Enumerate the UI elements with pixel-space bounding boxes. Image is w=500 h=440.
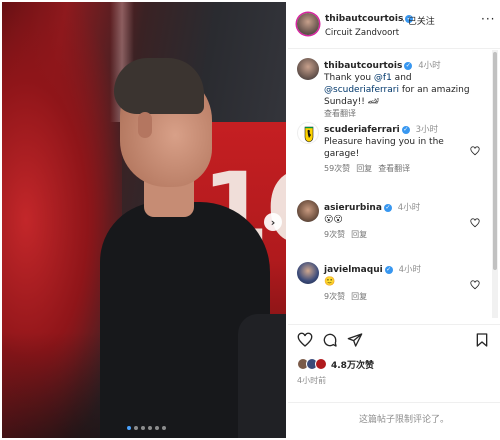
bookmark-icon[interactable] — [474, 332, 490, 348]
carousel-next-button[interactable]: › — [264, 213, 282, 231]
footer-divider — [288, 402, 500, 403]
comments-list: thibautcourtois ✓ 4小时 Thank you @f1 and @… — [288, 50, 488, 320]
comment-icon[interactable] — [322, 332, 338, 348]
post-sidebar: thibautcourtois ✓ · 已关注 Circuit Zandvoort… — [288, 0, 500, 440]
reply-button[interactable]: 回复 — [351, 292, 367, 301]
chevron-right-icon: › — [270, 215, 276, 229]
actions-divider — [288, 324, 500, 325]
mention-link[interactable]: @f1 — [374, 73, 392, 83]
photo-person-ear — [138, 112, 152, 138]
comment-time[interactable]: 4小时 — [399, 265, 421, 275]
likes-summary[interactable]: 4.8万次赞 — [297, 357, 374, 371]
comment-username[interactable]: thibautcourtois — [324, 61, 402, 71]
share-icon[interactable] — [347, 332, 363, 348]
photo-person-hair — [114, 58, 204, 114]
comment-username[interactable]: asierurbina — [324, 203, 382, 213]
heart-icon[interactable] — [470, 218, 480, 228]
comment-time[interactable]: 4小时 — [398, 203, 420, 213]
avatar[interactable] — [297, 262, 319, 284]
comment-likes[interactable]: 9次赞 — [324, 292, 345, 301]
carousel-dot — [155, 426, 159, 430]
reply-button[interactable]: 回复 — [356, 164, 372, 173]
post-actions — [288, 332, 500, 354]
verified-icon: ✓ — [383, 204, 392, 212]
reply-button[interactable]: 回复 — [351, 230, 367, 239]
comment-likes[interactable]: 59次赞 — [324, 164, 350, 173]
photo-foreground-person — [238, 314, 286, 438]
heart-icon[interactable] — [470, 146, 480, 156]
post-header: thibautcourtois ✓ · 已关注 Circuit Zandvoort… — [288, 8, 500, 44]
comments-scrollbar-thumb[interactable] — [493, 52, 497, 270]
translate-link[interactable]: 查看翻译 — [324, 109, 356, 118]
avatar[interactable] — [297, 58, 319, 80]
avatar — [315, 358, 327, 370]
follow-status-button[interactable]: · 已关注 — [402, 14, 435, 27]
carousel-dot — [141, 426, 145, 430]
avatar[interactable] — [297, 200, 319, 222]
verified-icon: ✓ — [401, 126, 410, 134]
post-timestamp[interactable]: 4小时前 — [297, 375, 326, 386]
mention-link[interactable]: @scuderiaferrari — [324, 85, 399, 95]
heart-icon[interactable] — [297, 332, 313, 348]
comment-text: 🙂 — [324, 277, 336, 287]
post-photo[interactable]: 16 › — [2, 2, 286, 438]
carousel-dot — [127, 426, 131, 430]
comment-username[interactable]: javielmaqui — [324, 265, 383, 275]
carousel-dot — [134, 426, 138, 430]
post-modal: 16 › thibautcourtois✓ · 已关注 Circuit Za — [0, 0, 500, 440]
more-icon[interactable]: ··· — [481, 12, 495, 26]
post-location[interactable]: Circuit Zandvoort — [325, 28, 399, 38]
heart-icon[interactable] — [470, 280, 480, 290]
avatar[interactable] — [297, 13, 319, 35]
avatar[interactable] — [297, 122, 319, 144]
translate-link[interactable]: 查看翻译 — [378, 164, 410, 173]
caption-text: Thank you @f1 and @scuderiaferrari for a… — [324, 73, 470, 107]
ferrari-logo-icon — [304, 126, 314, 143]
comment-time[interactable]: 4小时 — [418, 61, 440, 71]
comment-text: Pleasure having you in the garage! — [324, 137, 444, 159]
post-author-username[interactable]: thibautcourtois ✓ — [325, 14, 414, 24]
verified-icon: ✓ — [384, 266, 393, 274]
comment-text: 😮😮 — [324, 215, 343, 225]
comments-limited-notice: 这篇帖子限制评论了。 — [358, 415, 449, 425]
comment-username[interactable]: scuderiaferrari — [324, 125, 400, 135]
verified-icon: ✓ — [404, 62, 413, 70]
comment-likes[interactable]: 9次赞 — [324, 230, 345, 239]
carousel-indicator — [127, 426, 166, 430]
comment-time[interactable]: 3小时 — [416, 125, 438, 135]
carousel-dot — [162, 426, 166, 430]
carousel-dot — [148, 426, 152, 430]
likes-count[interactable]: 4.8万次赞 — [331, 358, 374, 371]
header-divider — [288, 48, 500, 49]
